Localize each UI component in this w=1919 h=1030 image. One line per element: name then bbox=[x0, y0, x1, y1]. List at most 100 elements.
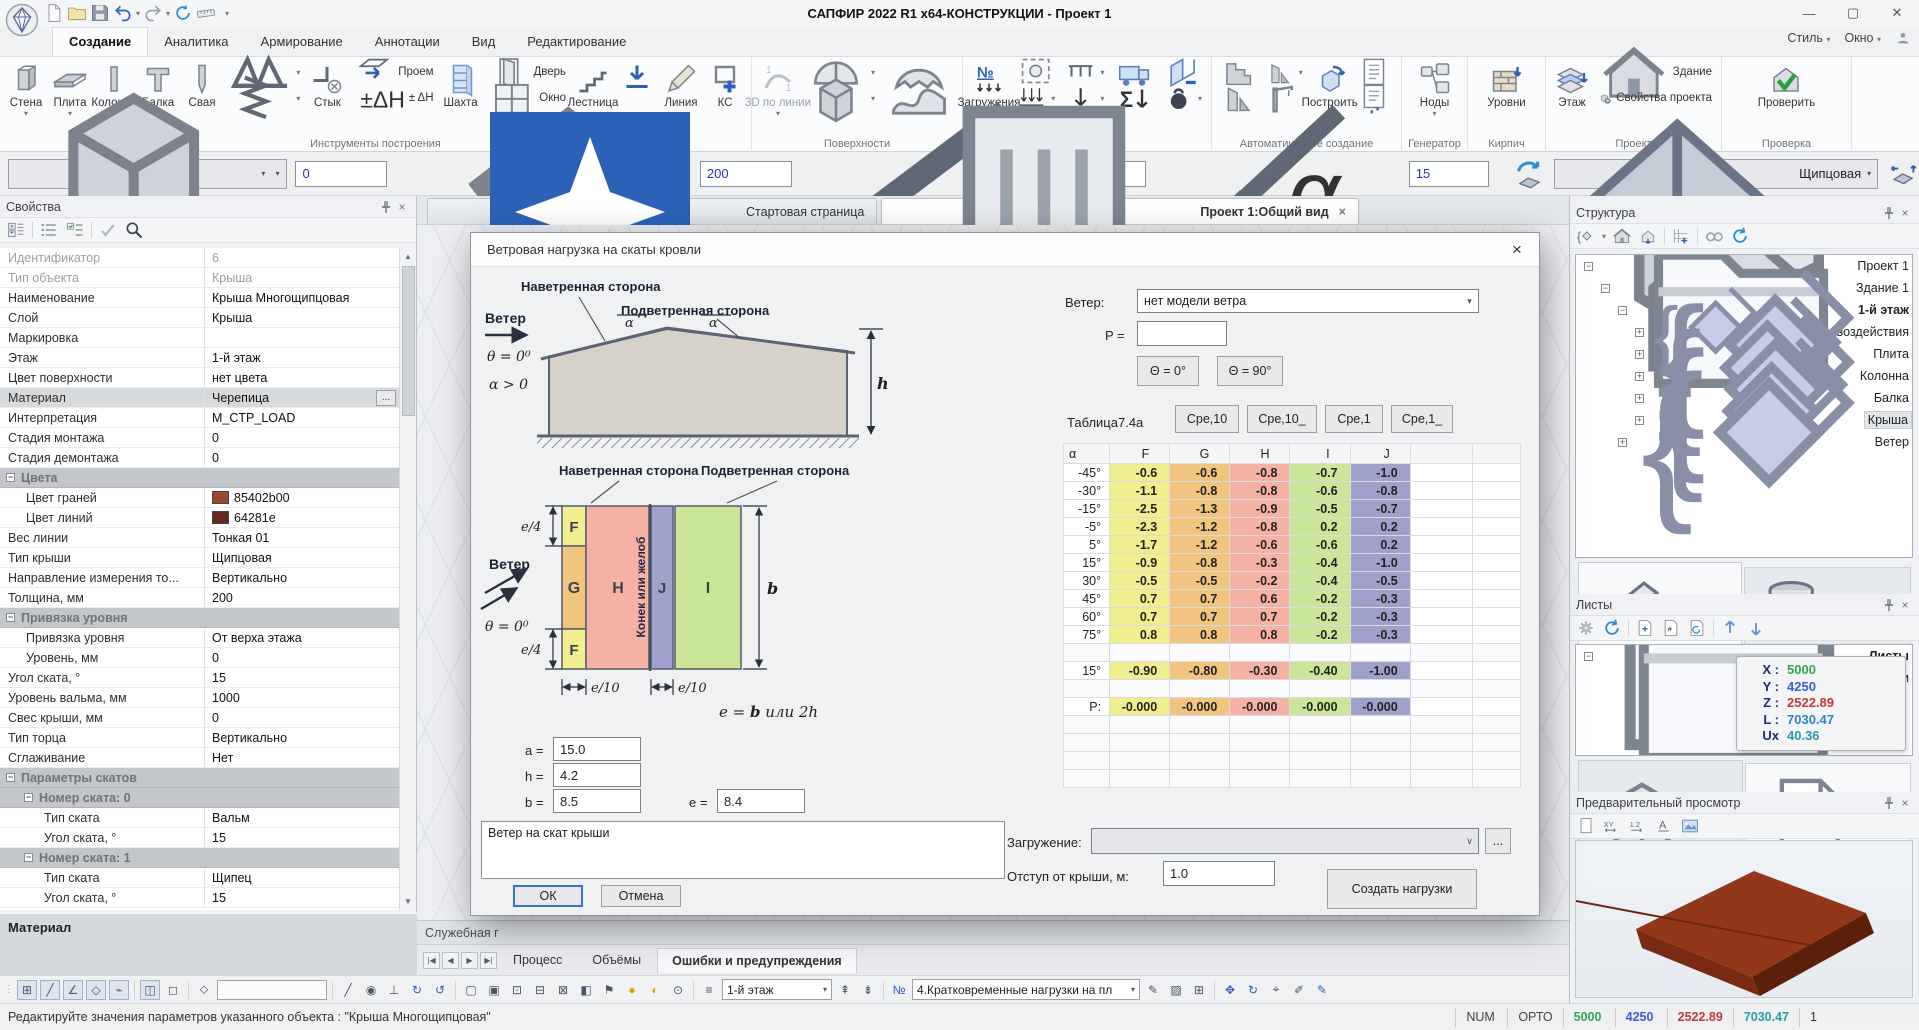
table-row[interactable]: -5°-2.3-1.2-0.80.20.2 bbox=[1064, 518, 1521, 536]
property-row[interactable]: СлойКрыша bbox=[0, 308, 400, 328]
property-row[interactable]: Стадия демонтажа0 bbox=[0, 448, 400, 468]
apply-icon[interactable] bbox=[98, 220, 118, 240]
property-section-row[interactable]: −Цвета bbox=[0, 468, 400, 488]
bulb-half-icon[interactable]: ◐ bbox=[645, 980, 665, 1000]
move-down-icon[interactable] bbox=[1746, 618, 1766, 638]
refresh-icon[interactable] bbox=[1730, 226, 1750, 246]
marker-icon[interactable]: ⚑ bbox=[599, 980, 619, 1000]
section-icon[interactable]: ◧ bbox=[576, 980, 596, 1000]
table-row[interactable]: 15°-0.90-0.80-0.30-0.40-1.00 bbox=[1064, 662, 1521, 680]
tab-errors[interactable]: Ошибки и предупреждения bbox=[657, 948, 857, 973]
maximize-button[interactable]: ▢ bbox=[1831, 0, 1875, 26]
table-row[interactable]: -30°-1.1-0.8-0.8-0.6-0.8 bbox=[1064, 482, 1521, 500]
property-row[interactable]: ИнтерпретацияM_CTP_LOAD bbox=[0, 408, 400, 428]
property-row[interactable]: Вес линииТонкая 01 bbox=[0, 528, 400, 548]
close-panel-icon[interactable]: × bbox=[1897, 597, 1913, 613]
draw-mode-icon[interactable]: ✎ bbox=[1312, 980, 1332, 1000]
nav-prev-icon[interactable]: ◀ bbox=[442, 952, 459, 969]
filter-layers-icon[interactable]: { bbox=[1576, 226, 1596, 246]
roof-directions-button[interactable] bbox=[1886, 155, 1919, 193]
move-up-icon[interactable] bbox=[1720, 618, 1740, 638]
nodes-button[interactable]: Ноды▾ bbox=[1413, 60, 1457, 119]
view-shaded-icon[interactable]: ▣ bbox=[484, 980, 504, 1000]
table-row[interactable]: -15°-2.5-1.3-0.9-0.5-0.7 bbox=[1064, 500, 1521, 518]
theta-90-button[interactable]: Θ = 90° bbox=[1217, 356, 1283, 386]
view-cube-icon[interactable]: ▢ bbox=[461, 980, 481, 1000]
preview-text-icon[interactable]: A bbox=[1654, 816, 1674, 836]
e-input[interactable] bbox=[717, 789, 805, 813]
camera-icon[interactable]: ⊙ bbox=[668, 980, 688, 1000]
add-grid-icon[interactable] bbox=[1671, 226, 1691, 246]
home-icon[interactable] bbox=[1612, 226, 1632, 246]
property-row[interactable]: Тип объектаКрыша bbox=[0, 268, 400, 288]
open-button[interactable] bbox=[67, 3, 87, 23]
cpe10u-button[interactable]: Cpe,10_ bbox=[1247, 405, 1317, 433]
preview-page-icon[interactable] bbox=[1576, 816, 1596, 836]
cancel-button[interactable]: Отмена bbox=[601, 885, 681, 907]
b-input[interactable] bbox=[553, 789, 641, 813]
wind-model-select[interactable]: нет модели ветра▾ bbox=[1137, 289, 1479, 313]
clip-plane-icon[interactable]: ⊠ bbox=[553, 980, 573, 1000]
offset-input[interactable] bbox=[295, 161, 387, 187]
property-row[interactable]: НаименованиеКрыша Многощипцовая bbox=[0, 288, 400, 308]
workplane-icon[interactable]: ⬦ bbox=[194, 980, 214, 1000]
undo-button[interactable] bbox=[113, 3, 133, 23]
pin-icon[interactable] bbox=[1881, 795, 1897, 811]
nav-last-icon[interactable]: ▶| bbox=[480, 952, 497, 969]
browse-loadcase-button[interactable]: ... bbox=[1485, 828, 1511, 854]
rotate-roof-button[interactable] bbox=[1513, 155, 1546, 193]
table-row[interactable]: 60°0.70.70.7-0.2-0.3 bbox=[1064, 608, 1521, 626]
sheet-update-icon[interactable] bbox=[1687, 618, 1707, 638]
pin-icon[interactable] bbox=[1881, 597, 1897, 613]
cursor-icon[interactable]: ⌖ bbox=[1266, 980, 1286, 1000]
table-row[interactable] bbox=[1064, 680, 1521, 698]
property-row[interactable]: Угол ската, °15 bbox=[0, 888, 400, 908]
tab-project-view[interactable]: Проект 1:Общий вид× bbox=[881, 198, 1359, 224]
property-row[interactable]: МатериалЧерепица... bbox=[0, 388, 400, 408]
search-icon[interactable] bbox=[124, 220, 144, 240]
close-panel-icon[interactable]: × bbox=[1897, 205, 1913, 221]
by-3d-line-button[interactable]: 113D по линии▾ bbox=[756, 60, 800, 119]
import-building-icon[interactable] bbox=[1638, 226, 1658, 246]
loadcase-edit-icon[interactable]: ✎ bbox=[1143, 980, 1163, 1000]
a-input[interactable] bbox=[553, 737, 641, 761]
property-section-row[interactable]: −Привязка уровня bbox=[0, 608, 400, 628]
magnet-off-icon[interactable]: ◻ bbox=[163, 980, 183, 1000]
binoculars-icon[interactable] bbox=[1704, 226, 1724, 246]
property-section-row[interactable]: −Номер ската: 1 bbox=[0, 848, 400, 868]
property-row[interactable]: Тип скатаВальм bbox=[0, 808, 400, 828]
property-row[interactable]: Угол ската, °15 bbox=[0, 668, 400, 688]
clip-box-icon[interactable]: ⊟ bbox=[530, 980, 550, 1000]
tab-volumes[interactable]: Объёмы bbox=[578, 948, 655, 972]
theta-0-button[interactable]: Θ = 0° bbox=[1137, 356, 1199, 386]
loadcase-select[interactable]: 4.Кратковременные нагрузки на пл▾ bbox=[912, 979, 1140, 1000]
ribbon-tab-create[interactable]: Создание bbox=[52, 27, 148, 56]
qat-overflow[interactable]: ▾ bbox=[225, 9, 229, 18]
property-section-row[interactable]: −Параметры скатов bbox=[0, 768, 400, 788]
snap-point-icon[interactable]: ◇ bbox=[86, 980, 106, 1000]
measure-icon[interactable]: ✐ bbox=[1289, 980, 1309, 1000]
close-tab-icon[interactable]: × bbox=[1339, 205, 1346, 219]
window-menu[interactable]: Окно ▾ bbox=[1844, 31, 1881, 45]
grid-toggle-icon[interactable]: ⊞ bbox=[1189, 980, 1209, 1000]
magnet-on-icon[interactable]: ◫ bbox=[140, 980, 160, 1000]
orbit-icon[interactable]: ↻ bbox=[1243, 980, 1263, 1000]
preview-image-icon[interactable] bbox=[1680, 816, 1700, 836]
table-row[interactable]: 5°-1.7-1.2-0.6-0.60.2 bbox=[1064, 536, 1521, 554]
property-row[interactable]: Свес крыши, мм0 bbox=[0, 708, 400, 728]
roof-offset-input[interactable] bbox=[1163, 861, 1275, 886]
tab-start-page[interactable]: Стартовая страница bbox=[427, 198, 877, 224]
close-panel-icon[interactable]: × bbox=[394, 199, 410, 215]
sheet-settings-icon[interactable] bbox=[1576, 618, 1596, 638]
preview-viewport[interactable] bbox=[1575, 840, 1913, 998]
rotate-y-icon[interactable]: ↺ bbox=[430, 980, 450, 1000]
table-row[interactable] bbox=[1064, 752, 1521, 770]
table-row[interactable]: -45°-0.6-0.6-0.8-0.7-1.0 bbox=[1064, 464, 1521, 482]
pin-icon[interactable] bbox=[1881, 205, 1897, 221]
perpendicular-icon[interactable]: ⊥ bbox=[384, 980, 404, 1000]
table-row[interactable]: 45°0.70.70.6-0.2-0.3 bbox=[1064, 590, 1521, 608]
table-row[interactable]: 15°-0.9-0.8-0.3-0.4-1.0 bbox=[1064, 554, 1521, 572]
snap-line-icon[interactable]: ╱ bbox=[40, 980, 60, 1000]
redo-button[interactable] bbox=[143, 3, 163, 23]
loadcase-select[interactable]: ∨ bbox=[1091, 828, 1479, 854]
